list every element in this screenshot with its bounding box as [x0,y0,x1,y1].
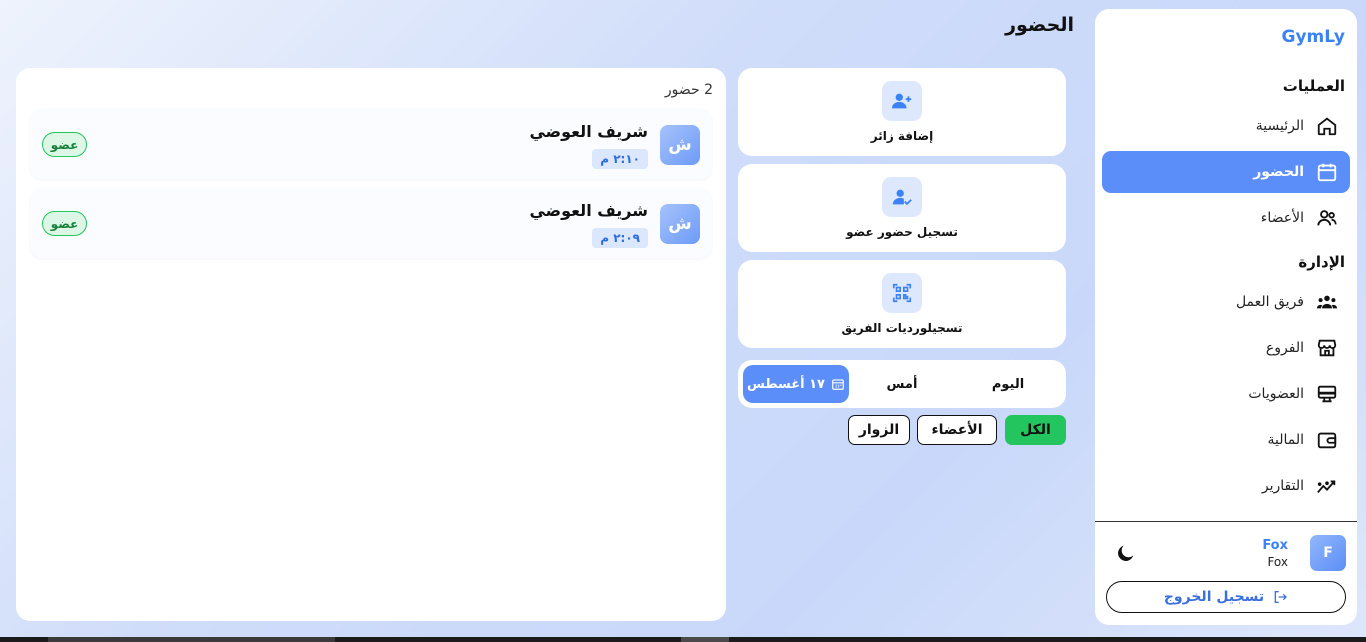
user-name: Fox [1262,538,1288,553]
member-checkin-card[interactable]: تسجيل حضور عضو [738,164,1066,252]
attendee-name: شريف العوضي [529,122,648,141]
avatar: ش [660,125,700,165]
sidebar-item-branches[interactable]: الفروع [1102,327,1350,369]
add-visitor-card[interactable]: إضافة زائر [738,68,1066,156]
sidebar-item-attendance[interactable]: الحضور [1102,151,1350,193]
sidebar-item-label: التقارير [1261,478,1304,494]
checkin-time: ٢:١٠ م [592,149,648,169]
status-badge: عضو [42,132,87,157]
sidebar-item-team[interactable]: فريق العمل [1102,281,1350,323]
taskbar-segment [48,637,335,642]
action-icon-box [882,273,922,313]
users-icon [1317,210,1337,226]
section-title-management: الإدارة [1298,253,1345,271]
sidebar-item-home[interactable]: الرئيسية [1102,105,1350,147]
sidebar-item-finance[interactable]: المالية [1102,419,1350,461]
sidebar-item-reports[interactable]: التقارير [1102,465,1350,507]
sidebar: GymLy العمليات الرئيسية الحضور الأعضاء ا… [1095,9,1357,625]
sidebar-item-label: فريق العمل [1235,294,1304,310]
yesterday-option[interactable]: أمس [856,365,948,403]
action-icon-box [882,177,922,217]
logout-icon [1274,591,1288,603]
sidebar-item-members[interactable]: الأعضاء [1102,197,1350,239]
action-label: تسجيل حضور عضو [846,225,958,239]
action-icon-box [882,81,922,121]
person-add-icon [891,93,912,109]
checkin-time: ٢:٠٩ م [592,228,648,248]
logout-button[interactable]: تسجيل الخروج [1106,581,1346,613]
section-title-operations: العمليات [1282,77,1345,95]
chart-icon [1317,480,1336,494]
attendance-count: 2 حضور [664,82,713,98]
team-icon [1316,295,1338,309]
wallet-icon [1317,432,1337,449]
person-check-icon [892,189,912,206]
sidebar-item-label: العضويات [1248,386,1304,402]
sidebar-item-label: الفروع [1265,340,1304,356]
attendance-list: 2 حضور ش شريف العوضي ٢:١٠ م عضو ش شريف ا… [16,68,726,621]
list-item[interactable]: ش شريف العوضي ٢:١٠ م عضو [30,109,712,179]
list-item[interactable]: ش شريف العوضي ٢:٠٩ م عضو [30,188,712,258]
selected-date: ١٧ أغسطس [746,376,825,392]
store-icon [1317,339,1337,357]
status-badge: عضو [42,211,87,236]
user-subtitle: Fox [1267,555,1288,569]
sidebar-item-label: الحضور [1253,164,1304,180]
avatar: ش [660,204,700,244]
calendar-icon [832,379,844,390]
calendar-icon [1317,163,1337,182]
today-option[interactable]: اليوم [962,365,1054,403]
action-label: إضافة زائر [870,129,934,143]
team-shifts-card[interactable]: تسجيلورديات الفريق [738,260,1066,348]
page-title: الحضور [1005,14,1074,36]
brand-logo[interactable]: GymLy [1281,27,1345,47]
sidebar-item-label: الأعضاء [1260,210,1304,226]
filter-all-button[interactable]: الكل [1005,415,1066,445]
membership-icon [1317,385,1337,403]
sidebar-item-label: المالية [1267,432,1304,448]
taskbar [0,637,1366,642]
date-picker-button[interactable]: ١٧ أغسطس [743,365,849,403]
sidebar-divider [1095,521,1357,522]
filter-members-button[interactable]: الأعضاء [917,415,997,445]
date-filter: اليوم أمس ١٧ أغسطس [738,360,1066,408]
sidebar-item-label: الرئيسية [1255,118,1304,134]
logout-label: تسجيل الخروج [1163,589,1265,605]
filter-visitors-button[interactable]: الزوار [848,415,910,445]
action-label: تسجيلورديات الفريق [841,321,963,335]
taskbar-segment [681,637,729,642]
moon-icon[interactable] [1115,542,1137,564]
attendee-name: شريف العوضي [529,201,648,220]
qr-code-icon [892,283,912,303]
avatar[interactable]: F [1310,535,1346,571]
sidebar-item-memberships[interactable]: العضويات [1102,373,1350,415]
home-icon [1317,117,1337,136]
